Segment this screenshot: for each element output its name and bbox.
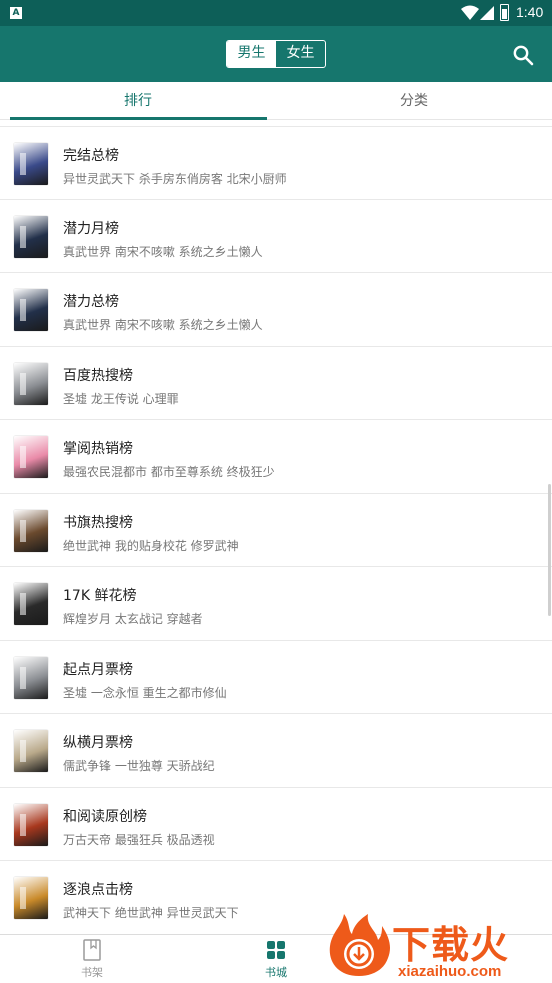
book-cover	[14, 215, 48, 258]
ranking-books: 万古天帝 最强狂兵 极品透视	[63, 832, 215, 847]
ranking-books: 圣墟 一念永恒 重生之都市修仙	[63, 685, 227, 700]
book-cover	[14, 730, 48, 772]
nav-bookshelf-label: 书架	[81, 966, 103, 979]
book-cover	[14, 656, 48, 699]
nav-bookstore[interactable]: 书城	[216, 939, 336, 981]
scrollbar-thumb[interactable]	[548, 484, 551, 616]
tab-indicator	[10, 117, 267, 120]
ranking-title: 纵横月票榜	[63, 735, 133, 751]
ranking-item[interactable]: 完结总榜 异世灵武天下 杀手房东俏房客 北宋小厨师	[0, 126, 552, 200]
nav-bookstore-label: 书城	[265, 966, 287, 979]
nav-bookshelf[interactable]: 书架	[32, 939, 152, 981]
notification-app-icon: A	[10, 7, 22, 19]
status-bar: A 1:40	[0, 0, 552, 26]
ranking-title: 和阅读原创榜	[63, 808, 147, 825]
flame-logo-icon	[329, 914, 390, 976]
ranking-books: 辉煌岁月 太玄战记 穿越者	[63, 612, 203, 626]
ranking-title: 百度热搜榜	[63, 367, 133, 384]
book-cover	[14, 143, 48, 185]
ranking-title: 17K 鲜花榜	[63, 588, 137, 604]
ranking-title: 书旗热搜榜	[63, 514, 133, 531]
gender-male-button[interactable]: 男生	[227, 41, 276, 67]
ranking-title: 潜力总榜	[63, 294, 119, 310]
cell-signal-icon	[480, 6, 494, 20]
ranking-books: 真武世界 南宋不咳嗽 系统之乡土懒人	[63, 318, 263, 332]
ranking-item[interactable]: 17K 鲜花榜 辉煌岁月 太玄战记 穿越者	[0, 567, 552, 641]
ranking-books: 绝世武神 我的贴身校花 修罗武神	[63, 538, 239, 553]
app-bar: 男生 女生	[0, 26, 552, 82]
ranking-item[interactable]: 掌阅热销榜 最强农民混都市 都市至尊系统 终极狂少	[0, 420, 552, 494]
book-cover	[14, 509, 48, 552]
battery-icon	[500, 4, 509, 21]
ranking-title: 起点月票榜	[63, 661, 133, 678]
watermark-url: xiazaihuo.com	[398, 963, 502, 980]
tab-category[interactable]: 分类	[276, 82, 552, 120]
ranking-item[interactable]: 潜力月榜 真武世界 南宋不咳嗽 系统之乡土懒人	[0, 199, 552, 273]
ranking-item[interactable]: 纵横月票榜 儒武争锋 一世独尊 天骄战纪	[0, 714, 552, 788]
book-cover	[14, 436, 48, 478]
bookstore-grid-icon	[267, 941, 285, 959]
ranking-books: 圣墟 龙王传说 心理罪	[63, 391, 179, 406]
search-icon[interactable]	[512, 44, 534, 66]
ranking-books: 异世灵武天下 杀手房东俏房客 北宋小厨师	[63, 172, 287, 186]
ranking-books: 儒武争锋 一世独尊 天骄战纪	[63, 759, 215, 773]
clock: 1:40	[516, 4, 544, 20]
ranking-item[interactable]: 起点月票榜 圣墟 一念永恒 重生之都市修仙	[0, 640, 552, 714]
ranking-title: 逐浪点击榜	[63, 882, 133, 898]
watermark-title: 下载火	[392, 923, 510, 967]
ranking-title: 掌阅热销榜	[63, 441, 133, 457]
wifi-icon	[461, 5, 479, 20]
watermark: 下载火 xiazaihuo.com	[326, 908, 552, 983]
bookshelf-icon	[83, 939, 101, 961]
ranking-books: 武神天下 绝世武神 异世灵武天下	[63, 906, 239, 920]
gender-toggle: 男生 女生	[226, 40, 326, 68]
ranking-list: 完结总榜 异世灵武天下 杀手房东俏房客 北宋小厨师 潜力月榜 真武世界 南宋不咳…	[0, 126, 552, 935]
book-cover	[14, 362, 48, 405]
gender-female-button[interactable]: 女生	[276, 41, 325, 67]
ranking-books: 真武世界 南宋不咳嗽 系统之乡土懒人	[63, 244, 263, 259]
ranking-title: 完结总榜	[63, 148, 119, 164]
ranking-item[interactable]: 和阅读原创榜 万古天帝 最强狂兵 极品透视	[0, 787, 552, 861]
ranking-item[interactable]: 潜力总榜 真武世界 南宋不咳嗽 系统之乡土懒人	[0, 273, 552, 347]
ranking-item[interactable]: 百度热搜榜 圣墟 龙王传说 心理罪	[0, 346, 552, 420]
book-cover	[14, 877, 48, 919]
tab-ranking[interactable]: 排行	[0, 82, 276, 120]
book-cover	[14, 583, 48, 625]
book-cover	[14, 289, 48, 331]
book-cover	[14, 803, 48, 846]
tab-bar: 排行 分类	[0, 82, 552, 120]
ranking-books: 最强农民混都市 都市至尊系统 终极狂少	[63, 465, 275, 479]
ranking-title: 潜力月榜	[63, 220, 119, 237]
ranking-item[interactable]: 书旗热搜榜 绝世武神 我的贴身校花 修罗武神	[0, 493, 552, 567]
